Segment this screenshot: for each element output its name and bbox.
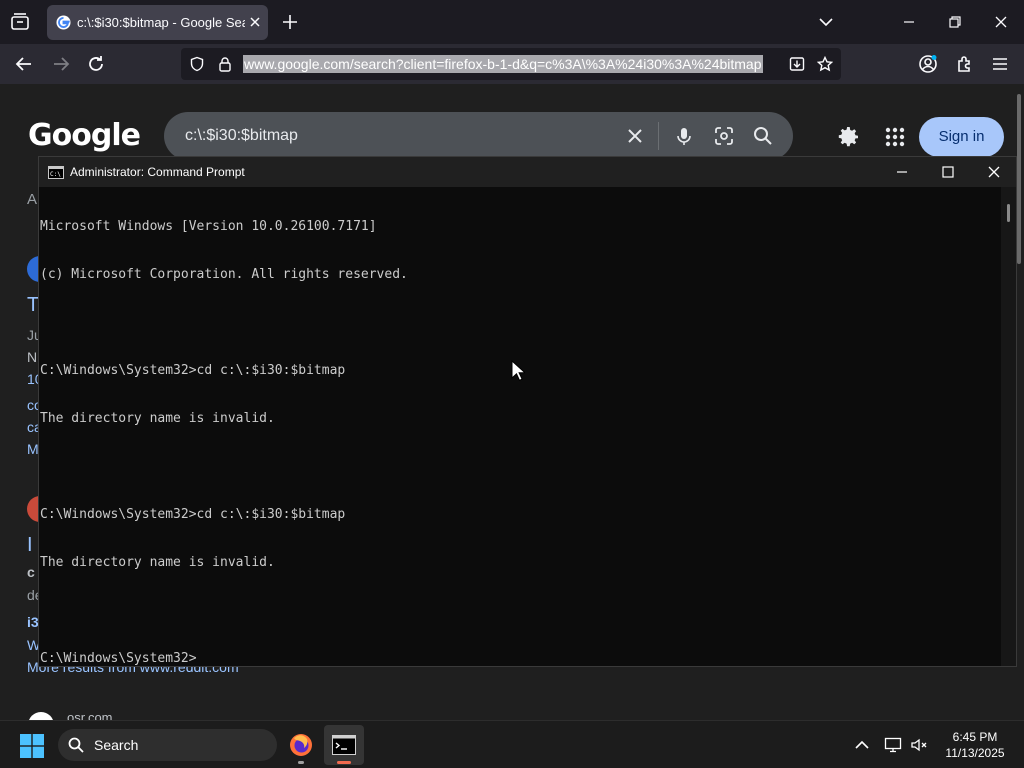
network-display-icon[interactable] [884, 736, 902, 754]
chevron-up-icon[interactable] [853, 736, 871, 754]
browser-tab-bar: c:\:$i30:$bitmap - Google Search [0, 0, 1024, 44]
account-icon[interactable] [918, 54, 938, 74]
menu-hamburger-icon[interactable] [990, 54, 1010, 74]
settings-gear-icon[interactable] [837, 125, 861, 149]
app-active-indicator [337, 761, 351, 764]
result-link-fragment[interactable]: M [27, 441, 39, 457]
cmd-title-bar[interactable]: C:\ Administrator: Command Prompt [39, 157, 1016, 187]
taskbar-cmd-button[interactable] [324, 725, 364, 765]
console-line: Microsoft Windows [Version 10.0.26100.71… [40, 219, 377, 234]
google-apps-grid-icon[interactable] [884, 126, 906, 148]
reload-icon[interactable] [86, 54, 106, 74]
taskbar-search-box[interactable]: Search [58, 729, 277, 761]
google-search-box[interactable]: c:\:$i30:$bitmap [164, 112, 793, 160]
console-output[interactable]: Microsoft Windows [Version 10.0.26100.71… [39, 187, 1001, 666]
console-prompt-line[interactable]: C:\Windows\System32> [40, 651, 1001, 667]
search-icon[interactable] [753, 126, 773, 146]
restore-window-icon[interactable] [945, 12, 965, 32]
maximize-window-icon[interactable] [940, 164, 956, 180]
minimize-window-icon[interactable] [899, 12, 919, 32]
taskbar-firefox-button[interactable] [281, 725, 321, 765]
mouse-pointer-icon [511, 359, 527, 382]
firefox-icon [290, 734, 312, 756]
result-link-fragment[interactable]: i3 [27, 614, 39, 630]
forward-arrow-icon[interactable] [51, 54, 71, 74]
new-tab-icon[interactable] [281, 13, 299, 31]
lens-camera-icon[interactable] [714, 126, 734, 146]
close-tab-icon[interactable] [247, 14, 263, 30]
lock-icon[interactable] [217, 56, 233, 72]
clock-date: 11/13/2025 [945, 746, 1005, 760]
browser-nav-bar: www.google.com/search?client=firefox-b-1… [0, 44, 1024, 84]
desktop-screen: c:\:$i30:$bitmap - Google Search [0, 0, 1024, 768]
windows-taskbar: Search 6:45 PM 11/13/2025 [0, 720, 1024, 768]
system-clock[interactable]: 6:45 PM 11/13/2025 [935, 729, 1015, 761]
browser-tab-active[interactable]: c:\:$i30:$bitmap - Google Search [47, 5, 268, 40]
clock-time: 6:45 PM [952, 730, 998, 744]
tab-title: c:\:$i30:$bitmap - Google Search [77, 15, 245, 30]
volume-muted-icon[interactable] [910, 736, 928, 754]
search-icon [68, 737, 84, 753]
console-line: The directory name is invalid. [40, 555, 275, 570]
save-to-pocket-icon[interactable] [789, 56, 805, 72]
microphone-icon[interactable] [674, 126, 694, 146]
search-box-divider [658, 122, 659, 150]
minimize-window-icon[interactable] [894, 164, 910, 180]
cmd-app-icon: C:\ [48, 166, 64, 179]
result-snippet-fragment: N [27, 349, 38, 365]
taskbar-search-label: Search [94, 737, 139, 753]
search-query-text[interactable]: c:\:$i30:$bitmap [185, 127, 298, 145]
result-site-name[interactable]: osr.com [67, 710, 113, 720]
list-all-tabs-icon[interactable] [8, 10, 32, 34]
cmd-window-title: Administrator: Command Prompt [70, 165, 245, 179]
clear-search-icon[interactable] [625, 126, 645, 146]
sign-in-button[interactable]: Sign in [919, 117, 1004, 157]
app-running-indicator [298, 761, 304, 764]
google-logo[interactable]: Google [28, 118, 141, 153]
page-scrollbar[interactable] [1017, 94, 1021, 264]
url-text[interactable]: www.google.com/search?client=firefox-b-1… [243, 55, 763, 73]
osr-favicon-icon [28, 712, 54, 720]
console-line: (c) Microsoft Corporation. All rights re… [40, 267, 408, 282]
tracking-protection-shield-icon[interactable] [189, 56, 205, 72]
result-title-fragment[interactable]: I [27, 534, 33, 557]
extensions-icon[interactable] [955, 54, 975, 74]
chevron-down-icon[interactable] [817, 13, 835, 31]
windows-start-icon[interactable] [20, 734, 44, 758]
close-window-icon[interactable] [986, 164, 1002, 180]
google-g-icon [56, 15, 71, 30]
command-prompt-window[interactable]: C:\ Administrator: Command Prompt Micros… [38, 156, 1017, 667]
cmd-scrollbar-thumb[interactable] [1007, 204, 1010, 222]
svg-text:C:\: C:\ [50, 171, 61, 178]
back-arrow-icon[interactable] [14, 54, 34, 74]
console-line: C:\Windows\System32>cd c:\:$i30:$bitmap [40, 507, 346, 522]
close-window-icon[interactable] [991, 12, 1011, 32]
cmd-scrollbar[interactable] [1001, 187, 1016, 666]
console-line: The directory name is invalid. [40, 411, 275, 426]
address-bar[interactable]: www.google.com/search?client=firefox-b-1… [181, 48, 841, 80]
bookmark-star-icon[interactable] [816, 55, 834, 72]
results-tab-fragment[interactable]: A [27, 191, 37, 208]
result-snippet-fragment: c [27, 564, 35, 580]
terminal-icon [332, 735, 356, 755]
